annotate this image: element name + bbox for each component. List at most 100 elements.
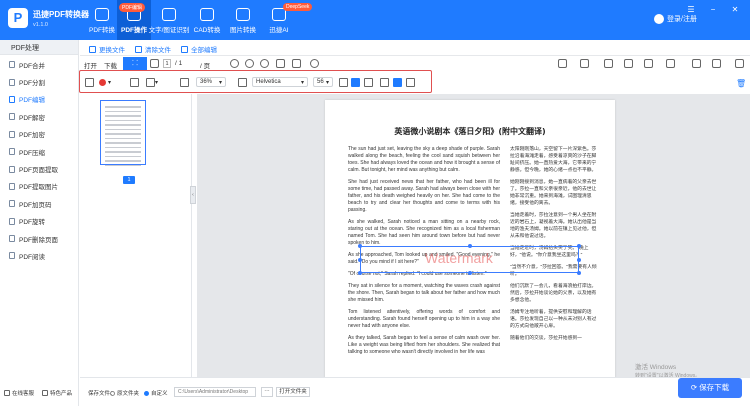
page-number-input[interactable]: 1 — [163, 59, 171, 68]
zoom-in-icon[interactable] — [245, 59, 254, 68]
document-viewer[interactable]: 英语微小说剧本《落日夕阳》(附中文翻译) The sun had just se… — [197, 94, 750, 406]
image-icon — [236, 8, 250, 21]
open-folder-button[interactable]: 打开文件夹 — [276, 387, 310, 397]
resize-handle[interactable] — [577, 244, 581, 248]
resize-handle[interactable] — [358, 271, 362, 275]
split-icon — [9, 78, 15, 86]
resize-handle[interactable] — [468, 244, 472, 248]
zoom-out-icon[interactable] — [260, 59, 269, 68]
image-insert-icon[interactable] — [604, 59, 613, 68]
align-center-button[interactable] — [351, 77, 360, 87]
valign-bottom-button[interactable] — [406, 77, 415, 87]
tab-ocr[interactable]: 文字/图证识别 — [148, 0, 190, 40]
save-path-input[interactable]: C:\Users\Administrator\Desktop — [174, 387, 256, 397]
search-icon[interactable] — [310, 59, 319, 68]
sidebar-item-extract-images[interactable]: PDF提取图片 — [0, 178, 78, 195]
compress-icon — [9, 148, 15, 156]
stamp-icon[interactable] — [666, 59, 675, 68]
download-button[interactable]: 下载 — [104, 60, 117, 70]
font-tool-button[interactable] — [238, 77, 247, 87]
shape-icon[interactable] — [580, 59, 589, 68]
layer-button[interactable] — [130, 77, 139, 87]
vertical-scrollbar[interactable] — [740, 94, 750, 406]
edit-toolbar: ▾ ▾ 36% ▾ Helvetica ▾ 56 ▾ — [79, 70, 432, 93]
sidebar-item-split[interactable]: PDF分割 — [0, 73, 78, 90]
fit-width-icon[interactable] — [292, 59, 301, 68]
original-folder-option[interactable]: 原文件夹 — [110, 389, 139, 397]
save-download-button[interactable]: ⟳ 保存下载 — [678, 378, 742, 398]
featured-products-link[interactable]: 特色产品 — [42, 389, 72, 397]
pen-icon[interactable] — [558, 59, 567, 68]
print-icon[interactable] — [692, 59, 701, 68]
minimize-icon[interactable]: − — [708, 5, 718, 14]
font-select[interactable]: Helvetica ▾ — [252, 77, 308, 87]
font-size-select[interactable]: 56 ▾ — [313, 77, 333, 87]
sidebar-item-read[interactable]: PDF阅读 — [0, 247, 78, 264]
resize-handle[interactable] — [577, 271, 581, 275]
zoom-tool-button[interactable] — [180, 77, 189, 87]
custom-folder-option[interactable]: 自定义 — [144, 389, 168, 397]
paragraph: As they talked, Sarah began to feel a se… — [348, 335, 500, 355]
font-icon — [238, 77, 247, 87]
zoom-select[interactable]: 36% ▾ — [196, 77, 226, 87]
online-service-link[interactable]: 在线客服 — [4, 389, 34, 397]
sidebar-item-edit[interactable]: PDF编辑 — [0, 91, 78, 108]
radio-selected-icon — [144, 391, 149, 397]
duplicate-icon — [180, 77, 189, 87]
pdf-page: 英语微小说剧本《落日夕阳》(附中文翻译) The sun had just se… — [325, 100, 615, 400]
top-bar: P 迅捷PDF转换器 v1.1.0 PDF转换 PDF操作 PDF编辑 文字/图… — [0, 0, 750, 40]
valign-top-button[interactable] — [380, 77, 389, 87]
opacity-button[interactable]: ▾ — [146, 77, 158, 87]
tab-pdf-convert[interactable]: PDF转换 — [85, 0, 119, 40]
layer-icon — [130, 77, 139, 87]
sidebar-item-extract-pages[interactable]: PDF页面提取 — [0, 160, 78, 177]
close-icon[interactable]: ✕ — [730, 5, 740, 14]
tab-image[interactable]: 图片转换 — [224, 0, 262, 40]
fit-page-icon[interactable] — [276, 59, 285, 68]
sidebar-item-compress[interactable]: PDF压缩 — [0, 143, 78, 160]
color-picker[interactable]: ▾ — [97, 77, 111, 87]
open-button[interactable]: 打开 — [84, 60, 97, 70]
read-icon — [9, 252, 15, 260]
sidebar-item-delete-pages[interactable]: PDF删除页面 — [0, 230, 78, 247]
trash-icon[interactable]: 🗑 — [736, 79, 746, 88]
thumbnail-panel: 1 — [80, 94, 192, 406]
resize-handle[interactable] — [577, 258, 581, 262]
text-box-icon[interactable] — [624, 59, 633, 68]
menu-icon[interactable]: ☰ — [686, 5, 696, 14]
valign-middle-button[interactable] — [393, 77, 402, 87]
full-edit-button[interactable]: 全部编辑 — [181, 44, 217, 54]
resize-handle[interactable] — [358, 258, 362, 262]
chevron-down-icon: ▾ — [108, 79, 112, 86]
align-left-icon — [339, 77, 348, 87]
login-button[interactable]: 登录/注册 — [654, 14, 697, 24]
page-total-label: / 1 — [175, 60, 183, 67]
settings-icon[interactable] — [735, 59, 744, 68]
clear-file-button[interactable]: 清除文件 — [135, 44, 171, 54]
change-file-button[interactable]: 更换文件 — [89, 44, 125, 54]
tab-cad[interactable]: CAD转换 — [188, 0, 226, 40]
align-left-button[interactable] — [339, 77, 348, 87]
link-icon[interactable] — [644, 59, 653, 68]
page-thumbnail[interactable] — [100, 100, 146, 166]
align-right-button[interactable] — [364, 77, 373, 87]
sidebar-item-encrypt[interactable]: PDF加密 — [0, 126, 78, 143]
text-tool-button[interactable] — [85, 77, 94, 87]
sidebar-item-merge[interactable]: PDF合并 — [0, 56, 78, 73]
collapse-panel-handle[interactable]: ‹ — [190, 186, 196, 204]
sidebar-item-rotate[interactable]: PDF旋转 — [0, 213, 78, 230]
color-swatch-icon — [99, 78, 106, 86]
resize-handle[interactable] — [358, 244, 362, 248]
paragraph: 当她走着时，莎拉注意到一个男人坐在附近的岩石上，凝视着大海。她认出他是当地的渔夫… — [510, 213, 597, 239]
more-icon[interactable] — [712, 59, 721, 68]
hand-tool-icon[interactable] — [230, 59, 239, 68]
watermark-text[interactable]: Watermark — [425, 250, 493, 266]
valign-bottom-icon — [406, 77, 415, 87]
prev-page-icon[interactable] — [150, 59, 159, 68]
browse-button[interactable]: ··· — [261, 387, 273, 397]
sidebar-item-page-numbers[interactable]: PDF加页码 — [0, 195, 78, 212]
app-version: v1.1.0 — [33, 22, 48, 28]
sidebar-item-decrypt[interactable]: PDF解密 — [0, 108, 78, 125]
resize-handle[interactable] — [468, 271, 472, 275]
edit-mode-button[interactable]: ⸬ — [123, 57, 147, 70]
